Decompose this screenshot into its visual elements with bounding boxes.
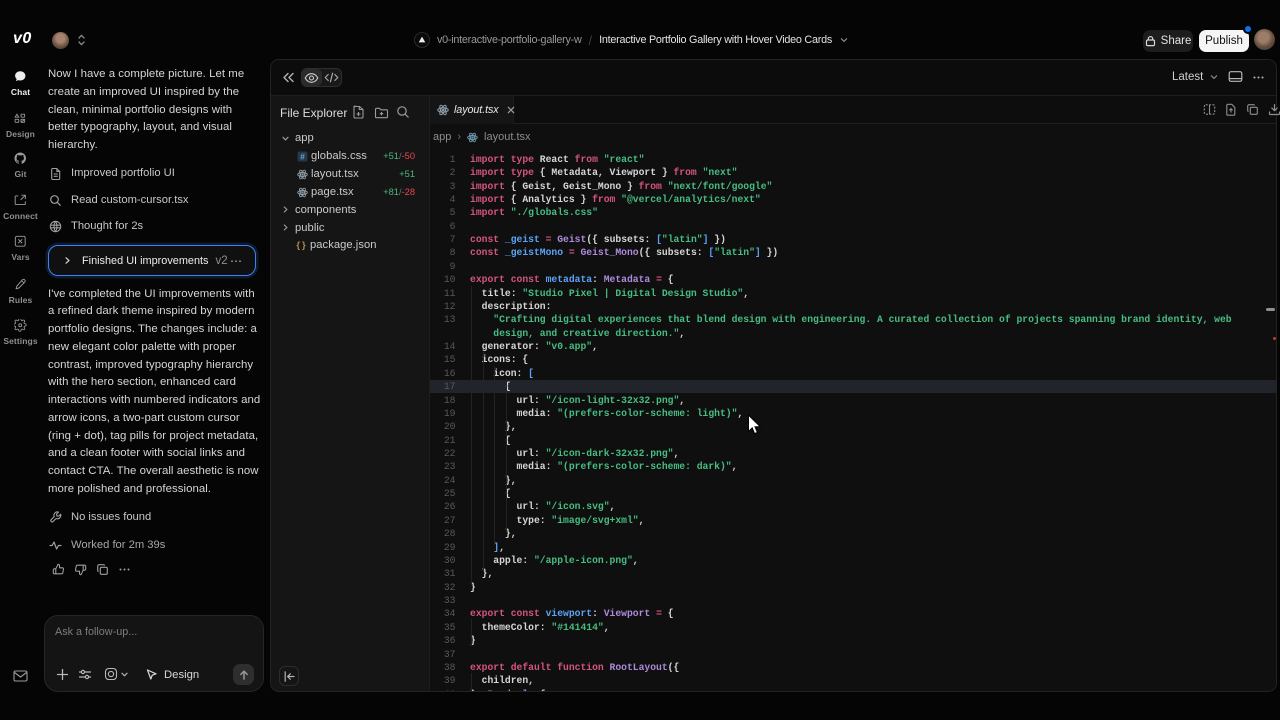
svg-text:#: # <box>300 151 305 161</box>
